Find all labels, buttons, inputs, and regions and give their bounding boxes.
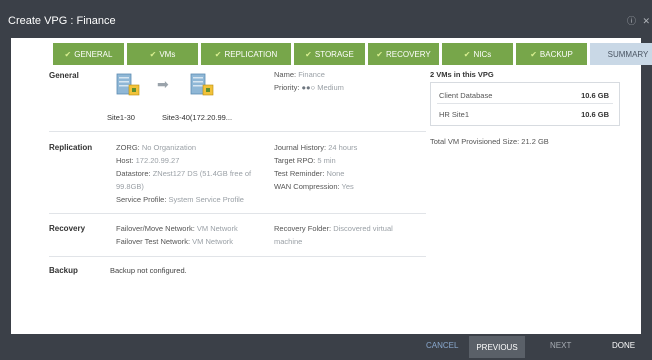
check-icon: ✔ [214, 49, 222, 59]
window-title: Create VPG : Finance [8, 15, 116, 27]
failover-move-network-field: Failover/Move Network: VM Network [116, 224, 238, 233]
divider [49, 213, 426, 214]
vm-row[interactable]: HR Site1 10.6 GB [439, 110, 609, 119]
journal-history-field: Journal History: 24 hours [274, 143, 358, 152]
wizard-panel: ✔ GENERAL ✔ VMs ✔ REPLICATION ✔ STORAGE ✔ REC… [11, 38, 652, 334]
vm-row[interactable]: Client Database 10.6 GB [439, 91, 609, 100]
vm-list: Client Database 10.6 GB HR Site1 10.6 GB [430, 82, 620, 126]
cancel-button[interactable]: CANCEL [426, 341, 458, 350]
backup-section-label: Backup [49, 266, 78, 275]
service-profile-field: Service Profile: System Service Profile [116, 195, 244, 204]
divider [49, 256, 426, 257]
tab-replication[interactable]: ✔ REPLICATION [201, 43, 291, 65]
previous-button[interactable]: PREVIOUS [469, 336, 525, 358]
window-controls[interactable]: ⓘ ✕ [627, 14, 652, 27]
done-button[interactable]: DONE [612, 341, 635, 350]
vm-divider [437, 103, 613, 104]
replication-section-label: Replication [49, 143, 93, 152]
target-site-label: Site3-40(172.20.99... [162, 113, 233, 122]
recovery-folder-field-cont: machine [274, 237, 303, 246]
check-icon: ✔ [376, 49, 383, 59]
next-button[interactable]: NEXT [550, 341, 571, 350]
wizard-footer: CANCEL PREVIOUS NEXT DONE [0, 334, 652, 360]
test-reminder-field: Test Reminder: None [274, 169, 345, 178]
tab-summary[interactable]: SUMMARY [590, 43, 652, 65]
host-field: Host: 172.20.99.27 [116, 156, 180, 165]
source-site-server-icon [116, 73, 140, 96]
wan-compression-field: WAN Compression: Yes [274, 182, 354, 191]
check-icon: ✔ [64, 49, 72, 59]
tab-backup[interactable]: ✔ BACKUP [516, 43, 587, 65]
total-provisioned-size: Total VM Provisioned Size: 21.2 GB [430, 137, 549, 146]
failover-test-network-field: Failover Test Network: VM Network [116, 237, 233, 246]
source-site-label: Site1-30 [107, 113, 135, 122]
vms-heading: 2 VMs in this VPG [430, 70, 494, 79]
target-rpo-field: Target RPO: 5 min [274, 156, 336, 165]
check-icon: ✔ [305, 49, 312, 59]
tab-recovery[interactable]: ✔ RECOVERY [368, 43, 439, 65]
check-icon: ✔ [463, 49, 471, 59]
priority-dots-icon: ●●○ [301, 83, 316, 92]
divider [49, 131, 426, 132]
arrow-right-icon: ➡ [157, 76, 169, 92]
target-site-server-icon [190, 73, 214, 96]
check-icon: ✔ [149, 49, 157, 59]
datastore-field-cont: 99.8GB) [116, 182, 144, 191]
general-section-label: General [49, 71, 79, 80]
vpg-priority: Priority: ●●○ Medium [274, 83, 344, 92]
recovery-folder-field: Recovery Folder: Discovered virtual [274, 224, 393, 233]
tab-vms[interactable]: ✔ VMs [127, 43, 198, 65]
backup-status: Backup not configured. [110, 266, 187, 275]
wizard-tabs: ✔ GENERAL ✔ VMs ✔ REPLICATION ✔ STORAGE ✔ REC… [53, 43, 652, 65]
check-icon: ✔ [530, 49, 537, 59]
tab-general[interactable]: ✔ GENERAL [53, 43, 124, 65]
zorg-field: ZORG: No Organization [116, 143, 197, 152]
recovery-section-label: Recovery [49, 224, 86, 233]
tab-nics[interactable]: ✔ NICs [442, 43, 513, 65]
vpg-name: Name: Finance [274, 70, 325, 79]
tab-storage[interactable]: ✔ STORAGE [294, 43, 365, 65]
datastore-field: Datastore: ZNest127 DS (51.4GB free of [116, 169, 252, 178]
